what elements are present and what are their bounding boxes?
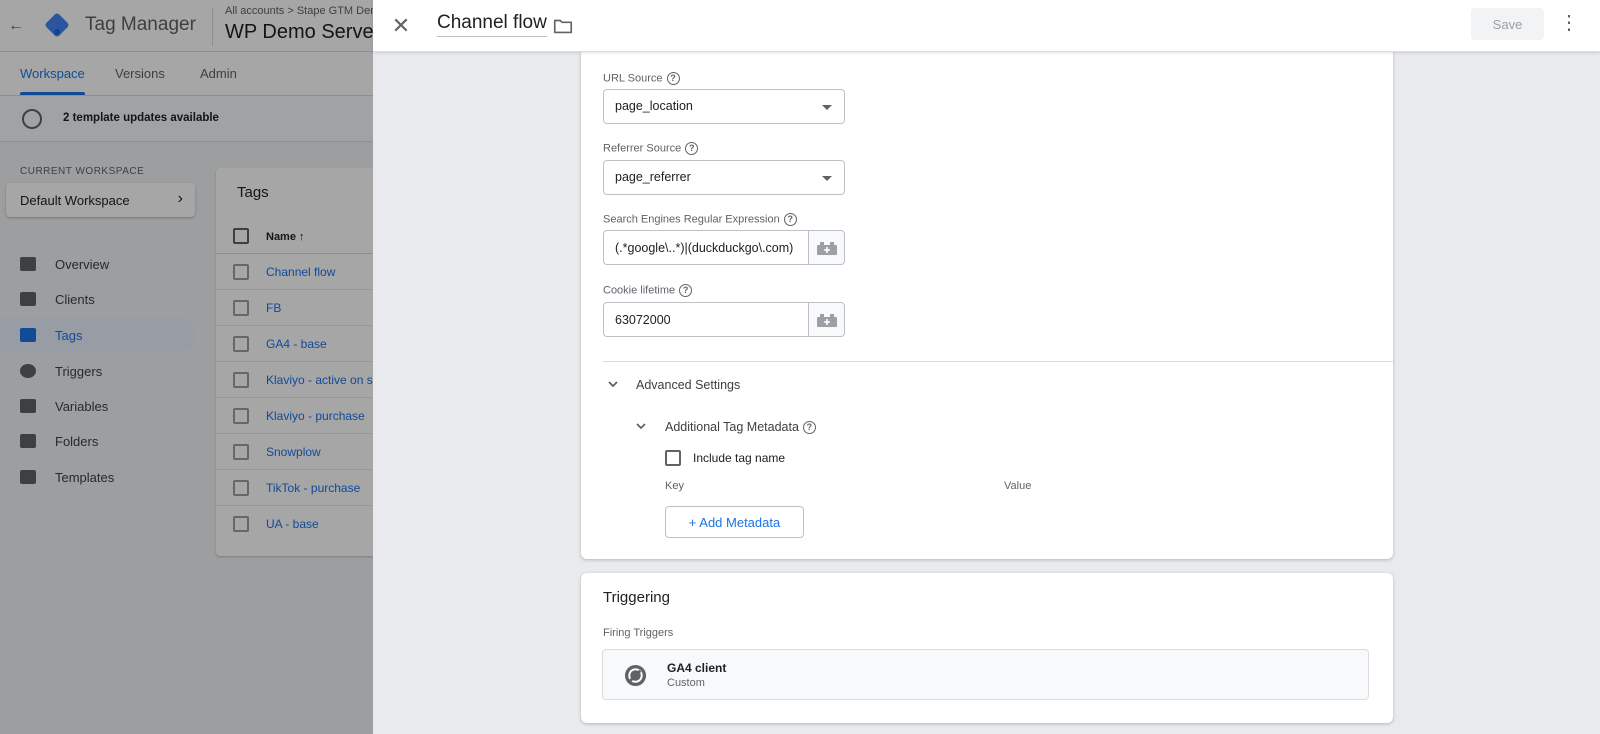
advanced-settings-toggle[interactable]: Advanced Settings — [636, 378, 740, 392]
help-icon[interactable]: ? — [685, 142, 699, 155]
include-tag-name-checkbox[interactable] — [665, 450, 681, 466]
folder-icon[interactable] — [552, 15, 574, 37]
variable-brick-icon — [817, 242, 837, 255]
url-source-label: URL Source? — [603, 72, 680, 85]
cookie-lifetime-input[interactable] — [603, 302, 808, 337]
insert-variable-button[interactable] — [808, 302, 845, 337]
additional-tag-metadata-label: Additional Tag Metadata — [665, 420, 799, 434]
tag-configuration-card: URL Source? page_location Referrer Sourc… — [581, 52, 1393, 559]
search-engines-label-text: Search Engines Regular Expression — [603, 213, 780, 226]
close-icon[interactable]: ✕ — [387, 12, 415, 40]
triggering-card[interactable]: Triggering Firing Triggers GA4 client Cu… — [581, 573, 1393, 723]
tag-name-title[interactable]: Channel flow — [437, 12, 547, 37]
search-engines-input[interactable] — [603, 230, 808, 265]
help-icon[interactable]: ? — [802, 421, 816, 435]
insert-variable-button[interactable] — [808, 230, 845, 265]
trigger-type: Custom — [667, 677, 705, 689]
help-icon[interactable]: ? — [666, 72, 680, 85]
firing-triggers-label: Firing Triggers — [603, 627, 674, 639]
section-divider — [603, 361, 1393, 362]
url-source-select[interactable]: page_location — [603, 89, 845, 124]
referrer-source-label: Referrer Source? — [603, 142, 699, 155]
chevron-down-icon[interactable] — [634, 419, 648, 433]
save-button[interactable]: Save — [1471, 8, 1544, 40]
triggering-title: Triggering — [603, 589, 670, 606]
cookie-lifetime-label: Cookie lifetime? — [603, 284, 693, 297]
trigger-name: GA4 client — [667, 661, 727, 675]
dropdown-arrow-icon — [822, 105, 832, 110]
metadata-key-header: Key — [665, 480, 684, 492]
url-source-value: page_location — [615, 99, 693, 113]
url-source-label-text: URL Source — [603, 72, 663, 85]
add-metadata-button[interactable]: + Add Metadata — [665, 506, 804, 538]
firing-trigger-item[interactable]: GA4 client Custom — [602, 649, 1369, 700]
referrer-source-select[interactable]: page_referrer — [603, 160, 845, 195]
referrer-source-label-text: Referrer Source — [603, 142, 682, 155]
referrer-source-value: page_referrer — [615, 170, 691, 184]
custom-trigger-icon — [624, 664, 647, 687]
help-icon[interactable]: ? — [783, 213, 797, 226]
dropdown-arrow-icon — [822, 176, 832, 181]
chevron-down-icon[interactable] — [606, 377, 620, 391]
help-icon[interactable]: ? — [679, 284, 693, 297]
additional-tag-metadata-toggle[interactable]: Additional Tag Metadata? — [665, 420, 816, 435]
variable-brick-icon — [817, 314, 837, 327]
more-vert-icon[interactable]: ⋮ — [1559, 10, 1579, 38]
tag-editor-panel: ✕ Channel flow Save ⋮ URL Source? page_l… — [373, 0, 1600, 734]
cookie-lifetime-label-text: Cookie lifetime — [603, 284, 676, 297]
metadata-value-header: Value — [1004, 480, 1032, 492]
search-engines-label: Search Engines Regular Expression? — [603, 213, 797, 226]
panel-header: ✕ Channel flow Save ⋮ — [373, 0, 1600, 52]
include-tag-name-label[interactable]: Include tag name — [693, 451, 785, 465]
